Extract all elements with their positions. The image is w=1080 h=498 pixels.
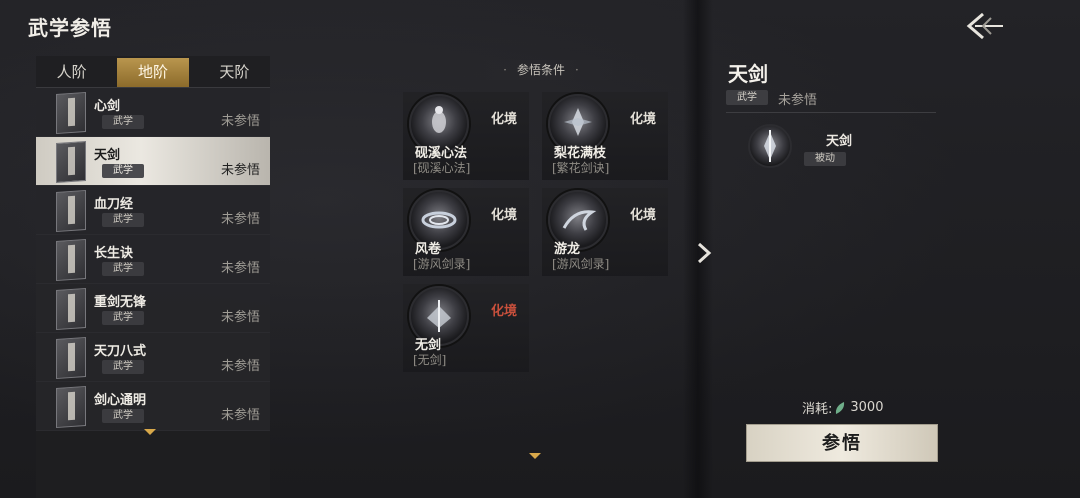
- detail-tag: 武学: [726, 90, 768, 105]
- realm-label: 化境: [630, 208, 657, 223]
- tab-ren[interactable]: 人阶: [36, 56, 107, 87]
- condition-card[interactable]: 化境 无剑 [无剑]: [403, 284, 529, 372]
- skill-name: 天剑: [94, 148, 121, 163]
- condition-card[interactable]: 化境 风卷 [游风剑录]: [403, 188, 529, 276]
- conditions-header-label: 参悟条件: [516, 63, 565, 77]
- skill-name: 剑心通明: [94, 393, 147, 408]
- skill-tag: 武学: [102, 115, 144, 129]
- list-item[interactable]: 血刀经 武学 未参悟: [36, 186, 270, 235]
- skill-status: 未参悟: [220, 408, 260, 423]
- list-item[interactable]: 心剑 武学 未参悟: [36, 88, 270, 137]
- book-icon: [56, 287, 86, 331]
- scroll-down-icon[interactable]: [143, 428, 157, 436]
- skill-name: 心剑: [94, 99, 121, 114]
- condition-source: [无剑]: [413, 353, 447, 367]
- detail-status: 未参悟: [778, 93, 818, 108]
- tab-di[interactable]: 地阶: [117, 58, 189, 87]
- skill-status: 未参悟: [220, 310, 260, 325]
- book-icon: [56, 336, 86, 380]
- list-item[interactable]: 长生诀 武学 未参悟: [36, 235, 270, 284]
- skill-tag: 武学: [102, 262, 144, 276]
- condition-source: [砚溪心法]: [413, 161, 471, 175]
- skill-name: 天刀八式: [94, 344, 147, 359]
- cost-display: 消耗: 3000: [802, 398, 883, 417]
- realm-label: 化境: [491, 208, 518, 223]
- page-title: 武学参悟: [28, 16, 112, 40]
- book-icon: [56, 91, 86, 135]
- chevron-right-icon[interactable]: [694, 242, 714, 264]
- detail-title: 天剑: [728, 62, 768, 86]
- condition-source: [游风剑录]: [413, 257, 471, 271]
- realm-label-unmet: 化境: [491, 304, 518, 319]
- leaf-icon: [836, 401, 845, 414]
- book-icon: [56, 189, 86, 233]
- skill-list[interactable]: 心剑 武学 未参悟 天剑 武学 未参悟 血刀经 武学 未参悟 长生诀 武学 未参…: [36, 88, 270, 458]
- condition-card[interactable]: 化境 梨花满枝 [繁花剑诀]: [542, 92, 668, 180]
- sword-aura-icon[interactable]: [748, 124, 792, 168]
- skill-status: 未参悟: [220, 114, 260, 129]
- conditions-header: · 参悟条件 ·: [462, 60, 620, 80]
- skill-tag: 武学: [102, 409, 144, 423]
- back-button[interactable]: [960, 8, 1010, 44]
- scroll-down-icon[interactable]: [528, 452, 542, 460]
- skill-status: 未参悟: [220, 359, 260, 374]
- skill-name: 血刀经: [94, 197, 134, 212]
- back-arrow-icon: [966, 12, 1003, 40]
- condition-card[interactable]: 化境 游龙 [游风剑录]: [542, 188, 668, 276]
- skill-tag: 武学: [102, 164, 144, 178]
- realm-label: 化境: [491, 112, 518, 127]
- book-icon: [56, 385, 86, 429]
- condition-source: [繁花剑诀]: [552, 161, 610, 175]
- skill-status: 未参悟: [220, 163, 260, 178]
- cost-value: 3000: [850, 400, 884, 415]
- cost-label: 消耗:: [802, 402, 833, 417]
- condition-card[interactable]: 化境 砚溪心法 [砚溪心法]: [403, 92, 529, 180]
- skill-name: 长生诀: [94, 246, 134, 261]
- list-item[interactable]: 天刀八式 武学 未参悟: [36, 333, 270, 382]
- skill-status: 未参悟: [220, 212, 260, 227]
- passive-tag: 被动: [804, 152, 846, 166]
- skill-tag: 武学: [102, 360, 144, 374]
- condition-source: [游风剑录]: [552, 257, 610, 271]
- skill-tag: 武学: [102, 213, 144, 227]
- book-icon: [56, 140, 86, 184]
- book-icon: [56, 238, 86, 282]
- comprehend-button[interactable]: 参悟: [746, 424, 938, 462]
- skill-name: 重剑无锋: [94, 295, 147, 310]
- realm-label: 化境: [630, 112, 657, 127]
- tier-tabs: 人阶 地阶 天阶: [36, 56, 270, 88]
- list-item[interactable]: 剑心通明 武学 未参悟: [36, 382, 270, 431]
- detail-divider: [726, 112, 936, 113]
- tab-tian[interactable]: 天阶: [199, 56, 270, 87]
- list-item[interactable]: 重剑无锋 武学 未参悟: [36, 284, 270, 333]
- skill-status: 未参悟: [220, 261, 260, 276]
- passive-name: 天剑: [826, 134, 853, 149]
- skill-tag: 武学: [102, 311, 144, 325]
- list-item-selected[interactable]: 天剑 武学 未参悟: [36, 137, 270, 186]
